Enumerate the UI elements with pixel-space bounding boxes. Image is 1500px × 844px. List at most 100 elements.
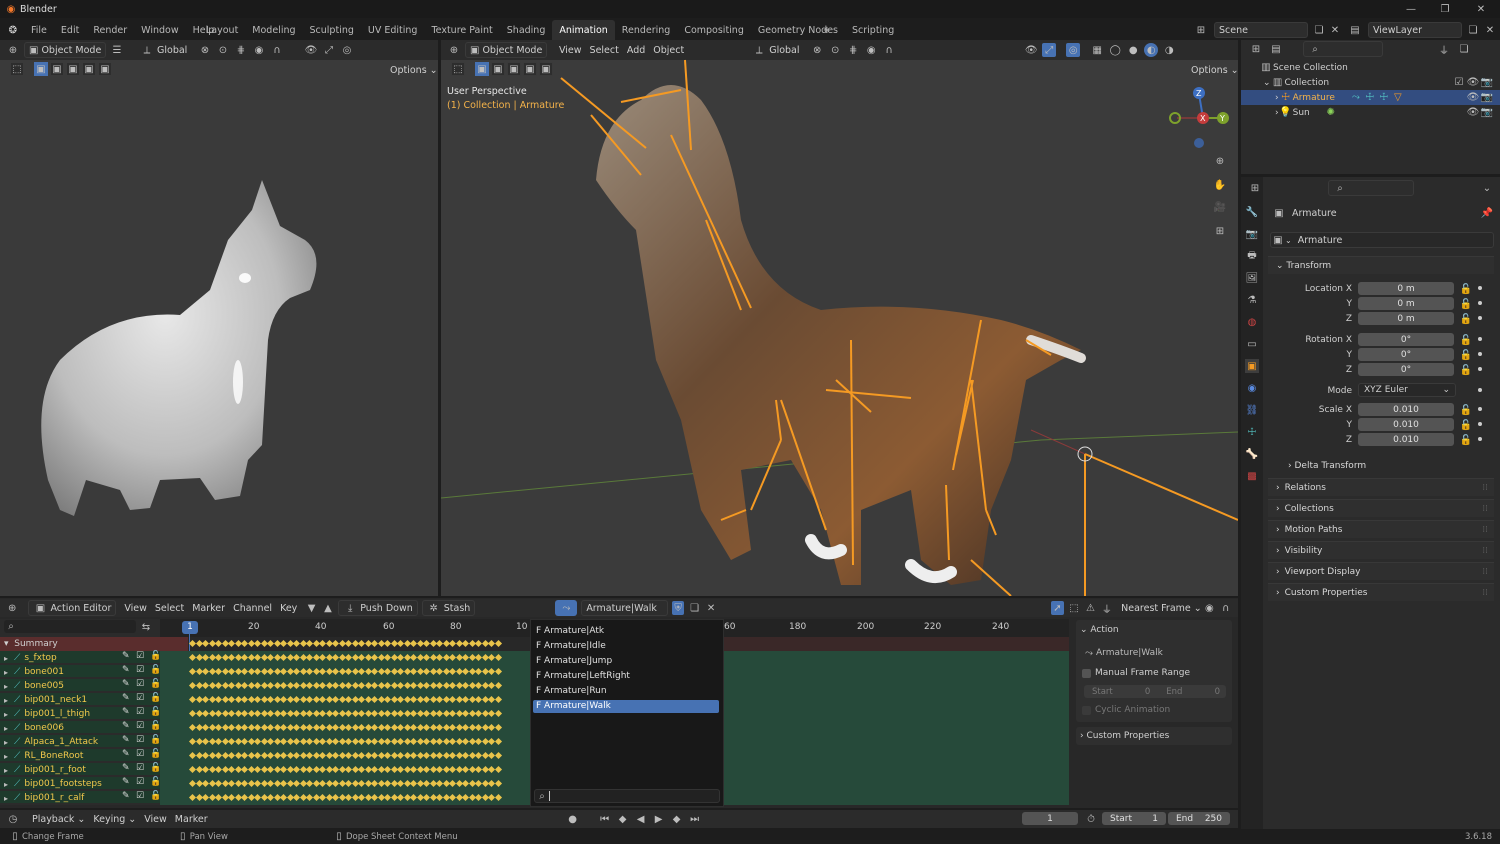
action-list-item[interactable]: F Armature|LeftRight: [533, 670, 719, 683]
new-action-icon[interactable]: ❏: [688, 601, 700, 615]
scale-z-field[interactable]: 0.010: [1358, 433, 1454, 446]
add-workspace-icon[interactable]: +: [820, 23, 834, 37]
channel-row[interactable]: ▸ ⟋ RL_BoneRoot ✎ ☑ 🔓: [4, 749, 161, 763]
jump-end-icon[interactable]: ⏭: [688, 812, 702, 826]
keyframe-dot-icon[interactable]: [1478, 286, 1482, 290]
wrench-icon[interactable]: ✎: [122, 749, 130, 759]
channel-row[interactable]: ▸ ⟋ bone006 ✎ ☑ 🔓: [4, 721, 161, 735]
outliner[interactable]: ⊞ ▤ ⌕ ⏚ ❏ ▥ Scene Collection ⌄ ▥ Collection…: [1241, 40, 1500, 174]
new-collection-icon[interactable]: ❏: [1457, 42, 1471, 56]
stopwatch-icon[interactable]: ⏱: [1084, 812, 1098, 826]
lock-icon[interactable]: 🔓: [1459, 312, 1473, 326]
drag-handle-icon[interactable]: ⁞⁞: [1482, 525, 1488, 535]
rotation-x-field[interactable]: 0°: [1358, 333, 1454, 346]
rotation-z-field[interactable]: 0°: [1358, 363, 1454, 376]
wrench-icon[interactable]: ✎: [122, 693, 130, 703]
checkbox-icon[interactable]: ☑: [136, 791, 144, 801]
keyframe-row[interactable]: [188, 693, 502, 707]
filter-icon[interactable]: ⏚: [1437, 42, 1451, 57]
blender-menu-icon[interactable]: ❂: [6, 23, 20, 37]
expand-icon[interactable]: ▸: [4, 696, 8, 705]
dopesheet-menu-select[interactable]: Select: [151, 600, 188, 616]
action-list-item[interactable]: F Armature|Jump: [533, 655, 719, 668]
menu-render[interactable]: Render: [86, 20, 134, 40]
keyframe-dot-icon[interactable]: [1478, 337, 1482, 341]
menu-window[interactable]: Window: [134, 20, 185, 40]
channel-row[interactable]: ▸ ⟋ bip001_neck1 ✎ ☑ 🔓: [4, 693, 161, 707]
action-name-field[interactable]: Armature|Walk: [581, 600, 668, 616]
keyframe-row[interactable]: [188, 651, 502, 665]
panel-custom-properties[interactable]: › Custom Properties ⁞⁞: [1268, 583, 1494, 601]
scene-tab-icon[interactable]: ⚗: [1245, 293, 1259, 307]
expand-icon[interactable]: ▸: [4, 780, 8, 789]
outliner-sun[interactable]: › 💡 Sun ✺ 👁 📷: [1241, 105, 1500, 120]
wrench-icon[interactable]: ✎: [122, 763, 130, 773]
keyframe-row[interactable]: [188, 749, 502, 763]
physics-tab-icon[interactable]: ◉: [1245, 381, 1259, 395]
dopesheet-menu-view[interactable]: View: [120, 600, 151, 616]
panel-visibility[interactable]: › Visibility ⁞⁞: [1268, 541, 1494, 559]
arrow-up-icon[interactable]: ▲: [322, 601, 334, 615]
expand-icon[interactable]: ▸: [4, 668, 8, 677]
scene-selector[interactable]: Scene: [1214, 22, 1308, 38]
expand-icon[interactable]: ▸: [4, 766, 8, 775]
checkbox-icon[interactable]: ☑: [136, 735, 144, 745]
record-icon[interactable]: ●: [566, 812, 580, 826]
editor-mode-dropdown[interactable]: ▣ Action Editor: [28, 600, 117, 616]
pin-icon[interactable]: 📌: [1480, 206, 1494, 220]
menu-edit[interactable]: Edit: [54, 20, 86, 40]
drag-handle-icon[interactable]: ⁞⁞: [1482, 483, 1488, 493]
show-hidden-icon[interactable]: ⬚: [1068, 601, 1080, 615]
grid-icon[interactable]: ⊞: [1213, 224, 1227, 238]
collection-tab-icon[interactable]: ▭: [1245, 337, 1259, 351]
checkbox-icon[interactable]: ☑: [136, 707, 144, 717]
rotation-mode-dropdown[interactable]: XYZ Euler ⌄: [1358, 383, 1456, 397]
tab-compositing[interactable]: Compositing: [677, 20, 751, 40]
keyframe-row[interactable]: [188, 791, 502, 805]
location-y-field[interactable]: 0 m: [1358, 297, 1454, 310]
lock-icon[interactable]: 🔓: [1459, 333, 1473, 347]
channel-row[interactable]: ▸ ⟋ bone001 ✎ ☑ 🔓: [4, 665, 161, 679]
armature-data-tab-icon[interactable]: ☩: [1245, 425, 1259, 439]
tab-animation[interactable]: Animation: [552, 20, 615, 40]
drag-handle-icon[interactable]: ⁞⁞: [1482, 588, 1488, 598]
viewlayer-selector[interactable]: ViewLayer: [1368, 22, 1462, 38]
keyframe-row[interactable]: [188, 707, 502, 721]
scale-x-field[interactable]: 0.010: [1358, 403, 1454, 416]
wrench-icon[interactable]: ✎: [122, 679, 130, 689]
scene-icon[interactable]: ⊞: [1194, 23, 1208, 37]
render-camera-icon[interactable]: 📷: [1480, 106, 1494, 120]
keyframe-dot-icon[interactable]: [1478, 367, 1482, 371]
main-viewport[interactable]: ⊕ ▣ Object Mode View Select Add Object ⟂ Glob…: [441, 40, 1238, 596]
display-mode-icon[interactable]: ▤: [1269, 42, 1283, 56]
timeline-menu-keying[interactable]: Keying ⌄: [89, 811, 140, 827]
tab-modeling[interactable]: Modeling: [245, 20, 302, 40]
lock-icon[interactable]: 🔓: [1459, 282, 1473, 296]
channel-row[interactable]: ▸ ⟋ Alpaca_1_Attack ✎ ☑ 🔓: [4, 735, 161, 749]
checkbox-icon[interactable]: ☑: [136, 665, 144, 675]
checkbox-icon[interactable]: ☑: [136, 777, 144, 787]
checkbox-icon[interactable]: ☑: [136, 721, 144, 731]
action-search-field[interactable]: ⌕: [534, 789, 720, 803]
properties-search[interactable]: ⌕: [1328, 180, 1414, 196]
tab-rendering[interactable]: Rendering: [615, 20, 678, 40]
tab-sculpting[interactable]: Sculpting: [303, 20, 361, 40]
wrench-icon[interactable]: ✎: [122, 721, 130, 731]
camera-icon[interactable]: 🎥: [1213, 200, 1227, 214]
texture-tab-icon[interactable]: ▩: [1245, 469, 1259, 483]
expand-icon[interactable]: ▸: [4, 682, 8, 691]
editor-type-icon[interactable]: ⊞: [1248, 181, 1262, 195]
editor-type-icon[interactable]: ⊕: [6, 601, 18, 615]
output-tab-icon[interactable]: 🖶: [1245, 249, 1259, 263]
checkbox-icon[interactable]: ☑: [136, 679, 144, 689]
proportional-icon[interactable]: ◉: [1203, 601, 1215, 615]
jump-start-icon[interactable]: ⏮: [598, 812, 612, 826]
wrench-icon[interactable]: ✎: [122, 791, 130, 801]
keyframe-dot-icon[interactable]: [1478, 301, 1482, 305]
world-tab-icon[interactable]: ◍: [1245, 315, 1259, 329]
filter-icon[interactable]: ⏚: [1101, 601, 1113, 616]
timeline-menu-view[interactable]: View: [140, 811, 171, 827]
unlink-action-icon[interactable]: ✕: [705, 601, 717, 615]
drag-handle-icon[interactable]: ⁞⁞: [1482, 504, 1488, 514]
render-camera-icon[interactable]: 📷: [1480, 91, 1494, 105]
